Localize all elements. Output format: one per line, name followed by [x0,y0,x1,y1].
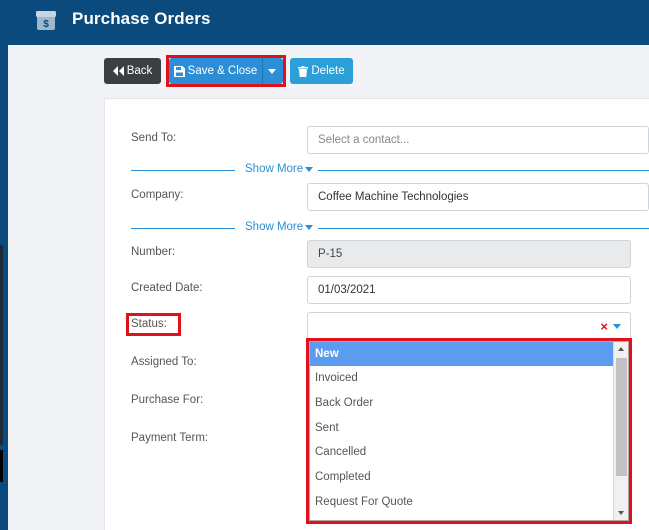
status-select[interactable]: × [307,312,631,340]
page-title: Purchase Orders [72,9,211,28]
show-more-toggle-1[interactable]: Show More [131,163,649,177]
cash-box-icon: $ [36,11,56,30]
created-date-label: Created Date: [131,282,203,294]
caret-down-icon [305,167,313,172]
left-sidebar [0,45,8,530]
delete-button-label: Delete [311,65,345,77]
sidebar-strip-dark [0,450,3,482]
show-more-label-1: Show More [245,163,304,175]
show-more-toggle-2[interactable]: Show More [131,221,649,235]
status-dropdown-highlight [306,338,632,524]
caret-down-icon[interactable] [613,324,621,329]
app-header: $ Purchase Orders [0,0,649,45]
company-label: Company: [131,189,184,201]
save-close-highlight [166,55,286,87]
number-field: P-15 [307,240,631,268]
back-button[interactable]: Back [104,58,161,84]
caret-down-icon [305,225,313,230]
back-button-label: Back [126,65,153,77]
show-more-label-2: Show More [245,221,304,233]
payment-term-label: Payment Term: [131,432,209,444]
divider-line [131,170,235,171]
delete-button[interactable]: Delete [290,58,353,84]
divider-line [318,170,649,171]
assigned-to-label: Assigned To: [131,356,197,368]
created-date-input[interactable]: 01/03/2021 [307,276,631,304]
svg-text:$: $ [43,19,49,30]
status-label-highlight [126,313,181,336]
send-to-input[interactable]: Select a contact... [307,126,649,154]
divider-line [131,228,235,229]
company-input[interactable]: Coffee Machine Technologies [307,183,649,211]
divider-line [318,228,649,229]
number-label: Number: [131,246,176,258]
send-to-label: Send To: [131,132,177,144]
sidebar-strip [0,245,3,445]
purchase-for-label: Purchase For: [131,394,204,406]
trash-icon [298,65,309,77]
clear-icon[interactable]: × [600,319,608,334]
double-chevron-left-icon [112,66,124,76]
